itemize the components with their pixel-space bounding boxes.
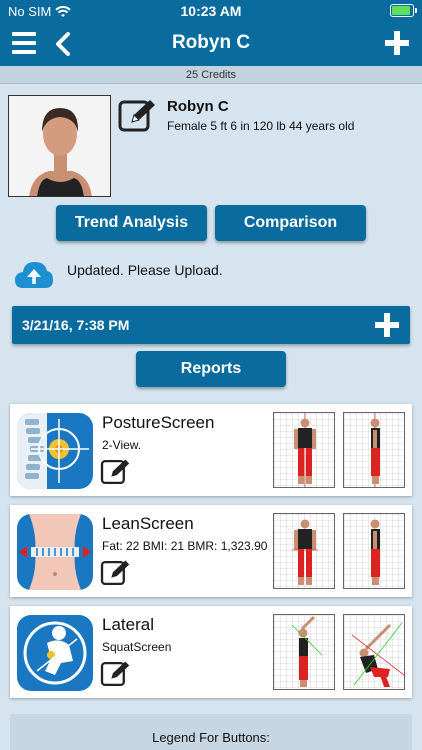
- upload-status-message: Updated. Please Upload.: [67, 262, 223, 278]
- profile-photo[interactable]: [8, 95, 111, 197]
- legend-title: Legend For Buttons:: [152, 730, 270, 745]
- card-title: LeanScreen: [102, 514, 194, 533]
- assessment-date-bar[interactable]: 3/21/16, 7:38 PM: [12, 306, 410, 344]
- arms-raised-figure-icon: [274, 615, 334, 689]
- edit-icon: [118, 100, 155, 132]
- overhead-reach-thumbnail[interactable]: [273, 614, 335, 690]
- edit-posturescreen-button[interactable]: [100, 458, 132, 491]
- side-view-thumbnail[interactable]: [343, 412, 405, 488]
- spine-target-icon: [17, 413, 93, 489]
- squat-figure-icon: [17, 615, 93, 691]
- edit-profile-button[interactable]: [118, 98, 158, 139]
- clock: 10:23 AM: [180, 3, 242, 19]
- body-measure-icon: [17, 514, 93, 590]
- front-view-thumbnail[interactable]: [273, 513, 335, 589]
- card-subtitle: SquatScreen: [102, 640, 172, 654]
- card-title: PostureScreen: [102, 413, 215, 432]
- comparison-button[interactable]: Comparison: [215, 205, 366, 241]
- standing-figure-side-icon: [344, 413, 404, 487]
- side-view-thumbnail[interactable]: [343, 513, 405, 589]
- leanscreen-card[interactable]: LeanScreen Fat: 22 BMI: 21 BMR: 1,323.90: [10, 505, 412, 597]
- edit-icon: [100, 661, 130, 687]
- squat-pose-figure-icon: [344, 615, 404, 689]
- lateral-card[interactable]: Lateral SquatScreen: [10, 606, 412, 698]
- squatscreen-app-icon[interactable]: [17, 615, 93, 691]
- card-subtitle: 2-View.: [102, 438, 142, 452]
- legend-section: Legend For Buttons:: [10, 714, 412, 750]
- profile-details: Female 5 ft 6 in 120 lb 44 years old: [167, 119, 355, 133]
- assessment-date: 3/21/16, 7:38 PM: [22, 317, 130, 333]
- squat-thumbnail[interactable]: [343, 614, 405, 690]
- nav-bar: Robyn C: [0, 22, 422, 66]
- card-subtitle: Fat: 22 BMI: 21 BMR: 1,323.90: [102, 539, 268, 553]
- leanscreen-app-icon[interactable]: [17, 514, 93, 590]
- edit-lateral-button[interactable]: [100, 660, 132, 693]
- posturescreen-app-icon[interactable]: [17, 413, 93, 489]
- posturescreen-card[interactable]: PostureScreen 2-View.: [10, 404, 412, 496]
- card-title: Lateral: [102, 615, 154, 634]
- reports-button[interactable]: Reports: [136, 351, 286, 387]
- add-assessment-icon[interactable]: [374, 312, 400, 338]
- standing-figure-front-icon: [274, 514, 334, 588]
- person-portrait-icon: [9, 96, 110, 196]
- add-icon[interactable]: [384, 30, 410, 56]
- edit-icon: [100, 560, 130, 586]
- profile-name: Robyn C: [167, 98, 229, 115]
- page-title: Robyn C: [171, 32, 251, 53]
- cloud-upload-icon[interactable]: [14, 258, 54, 292]
- standing-figure-front-icon: [274, 413, 334, 487]
- credits-banner: 25 Credits: [0, 66, 422, 84]
- battery-icon: [390, 4, 417, 17]
- status-bar: No SIM 10:23 AM: [0, 0, 422, 22]
- edit-leanscreen-button[interactable]: [100, 559, 132, 592]
- trend-analysis-button[interactable]: Trend Analysis: [56, 205, 207, 241]
- front-view-thumbnail[interactable]: [273, 412, 335, 488]
- standing-figure-side-icon: [344, 514, 404, 588]
- edit-icon: [100, 459, 130, 485]
